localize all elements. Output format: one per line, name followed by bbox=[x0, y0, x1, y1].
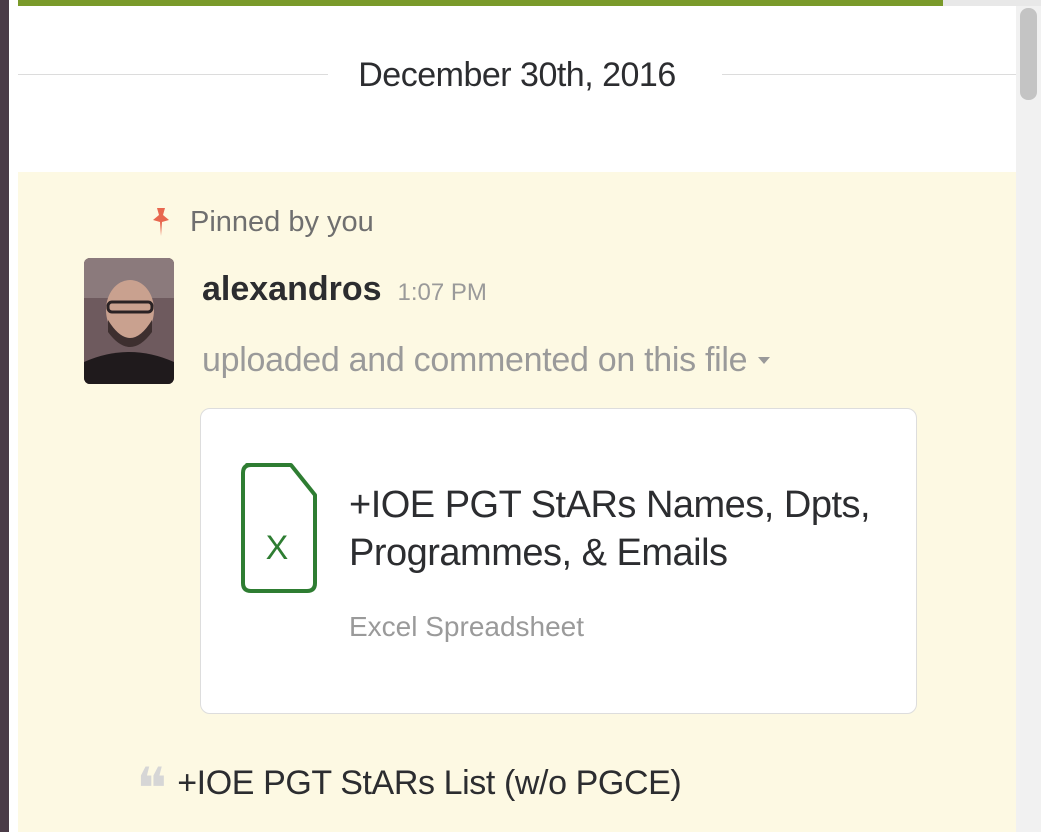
scrollbar-track[interactable] bbox=[1016, 6, 1041, 832]
avatar-image bbox=[84, 258, 174, 384]
date-divider-label-wrap: December 30th, 2016 bbox=[18, 56, 1016, 95]
pinned-label: Pinned by you bbox=[190, 205, 374, 238]
sidebar-edge bbox=[0, 0, 9, 832]
scrollbar-thumb[interactable] bbox=[1020, 8, 1037, 100]
pin-icon bbox=[153, 208, 169, 236]
date-divider: December 30th, 2016 bbox=[18, 44, 1016, 104]
file-type: Excel Spreadsheet bbox=[349, 611, 585, 642]
message-action-text: uploaded and commented on this file bbox=[202, 340, 748, 379]
comment-text: +IOE PGT StARs List (w/o PGCE) bbox=[177, 763, 682, 802]
file-attachment-card[interactable]: X +IOE PGT StARs Names, Dpts, Programmes… bbox=[200, 408, 917, 714]
pinned-indicator: Pinned by you bbox=[150, 202, 374, 242]
message-timestamp[interactable]: 1:07 PM bbox=[398, 279, 487, 307]
chevron-down-icon[interactable] bbox=[757, 355, 771, 365]
excel-icon-letter: X bbox=[266, 529, 289, 567]
quote-icon: ❝ bbox=[136, 760, 168, 800]
excel-file-icon: X bbox=[241, 463, 317, 593]
date-divider-label: December 30th, 2016 bbox=[328, 56, 706, 94]
top-accent-bar bbox=[0, 0, 943, 6]
message-header: alexandros 1:07 PM bbox=[202, 270, 487, 320]
message-action: uploaded and commented on this file bbox=[202, 336, 771, 384]
sidebar-gap bbox=[9, 0, 18, 832]
file-title[interactable]: +IOE PGT StARs Names, Dpts, Programmes, … bbox=[349, 481, 889, 577]
file-comment: ❝ +IOE PGT StARs List (w/o PGCE) bbox=[136, 758, 682, 808]
avatar[interactable] bbox=[84, 258, 174, 384]
sender-name[interactable]: alexandros bbox=[202, 270, 382, 309]
